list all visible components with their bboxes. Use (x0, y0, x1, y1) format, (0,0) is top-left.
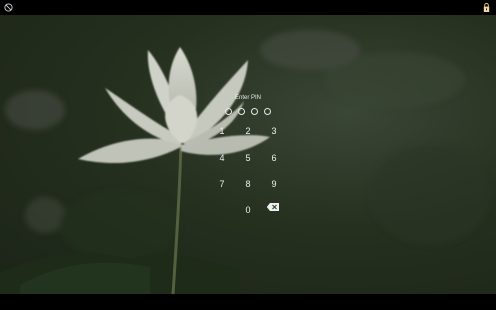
pin-dot-1 (225, 108, 232, 115)
lock-icon[interactable] (482, 2, 491, 13)
pin-dot-4 (264, 108, 271, 115)
backspace-icon[interactable] (266, 202, 280, 212)
pin-dot-3 (251, 108, 258, 115)
key-7[interactable]: 7 (213, 176, 231, 192)
navigation-bar (0, 294, 496, 310)
key-8[interactable]: 8 (239, 176, 257, 192)
pin-prompt: Enter PIN (234, 95, 261, 101)
pin-indicator (225, 108, 275, 116)
rotation-lock-icon[interactable] (4, 3, 13, 12)
status-bar (0, 0, 496, 15)
key-0[interactable]: 0 (239, 202, 257, 218)
key-2[interactable]: 2 (239, 123, 257, 139)
pin-entry-panel: Enter PIN 1 2 3 4 5 6 7 8 9 0 (208, 93, 288, 223)
key-5[interactable]: 5 (239, 150, 257, 166)
pin-dot-2 (238, 108, 245, 115)
key-4[interactable]: 4 (213, 150, 231, 166)
key-9[interactable]: 9 (265, 176, 283, 192)
key-6[interactable]: 6 (265, 150, 283, 166)
key-3[interactable]: 3 (265, 123, 283, 139)
key-1[interactable]: 1 (213, 123, 231, 139)
